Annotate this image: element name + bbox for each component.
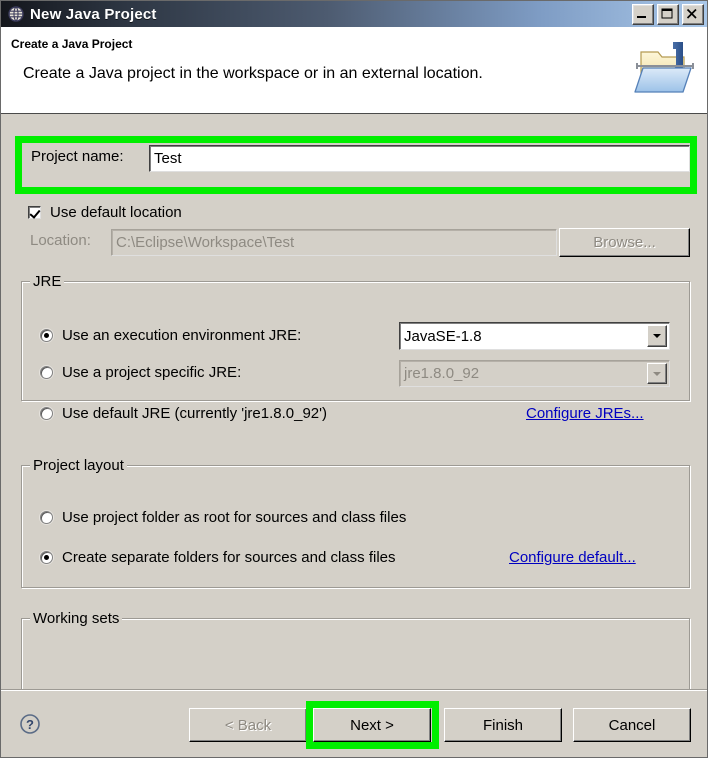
chevron-down-icon[interactable]: [647, 363, 667, 384]
new-java-project-folder-icon: [629, 32, 701, 100]
jre-execution-env-label: Use an execution environment JRE:: [62, 327, 302, 344]
jre-execution-env-value: JavaSE-1.8: [404, 327, 482, 345]
window-controls: [632, 4, 704, 25]
jre-project-specific-option[interactable]: Use a project specific JRE:: [40, 364, 241, 381]
chevron-down-icon[interactable]: [647, 325, 667, 347]
finish-button[interactable]: Finish: [444, 708, 562, 742]
use-default-location-checkbox[interactable]: [28, 206, 41, 219]
project-layout-group: Project layout: [21, 457, 690, 588]
working-sets-group-label: Working sets: [30, 610, 123, 627]
location-row: Location:: [30, 232, 91, 249]
project-name-label: Project name:: [31, 148, 124, 165]
configure-default-link[interactable]: Configure default...: [509, 549, 636, 566]
next-button[interactable]: Next >: [313, 708, 431, 742]
close-button[interactable]: [682, 4, 704, 25]
project-name-input[interactable]: Test: [149, 145, 690, 172]
use-default-location-label: Use default location: [50, 204, 182, 221]
minimize-button[interactable]: [632, 4, 654, 25]
layout-separate-folders-label: Create separate folders for sources and …: [62, 549, 396, 566]
layout-project-folder-radio[interactable]: [40, 511, 53, 524]
browse-button[interactable]: Browse...: [559, 228, 690, 257]
title-bar: New Java Project: [1, 1, 707, 27]
working-sets-group: Working sets: [21, 610, 690, 689]
project-name-row: Project name:: [31, 148, 124, 165]
configure-jres-link[interactable]: Configure JREs...: [526, 405, 644, 422]
project-layout-group-label: Project layout: [30, 457, 127, 474]
cancel-button[interactable]: Cancel: [573, 708, 691, 742]
java-project-icon: [7, 5, 25, 23]
jre-project-specific-value: jre1.8.0_92: [404, 365, 480, 382]
jre-execution-env-radio[interactable]: [40, 329, 53, 342]
layout-separate-folders-radio[interactable]: [40, 551, 53, 564]
jre-default-option[interactable]: Use default JRE (currently 'jre1.8.0_92'…: [40, 405, 327, 422]
jre-execution-env-combo[interactable]: JavaSE-1.8: [399, 322, 670, 350]
wizard-header-title: Create a Java Project: [11, 37, 133, 51]
jre-group-label: JRE: [30, 273, 65, 290]
back-button[interactable]: < Back: [189, 708, 307, 742]
jre-default-label: Use default JRE (currently 'jre1.8.0_92'…: [62, 405, 328, 422]
layout-project-folder-label: Use project folder as root for sources a…: [62, 509, 407, 526]
use-default-location-row[interactable]: Use default location: [28, 204, 182, 221]
maximize-button[interactable]: [657, 4, 679, 25]
layout-project-folder-option[interactable]: Use project folder as root for sources a…: [40, 509, 406, 526]
svg-text:?: ?: [26, 717, 34, 732]
jre-project-specific-radio[interactable]: [40, 366, 53, 379]
jre-execution-env-option[interactable]: Use an execution environment JRE:: [40, 327, 301, 344]
wizard-content: Project name: Test Use default location …: [1, 115, 707, 689]
jre-project-specific-combo[interactable]: jre1.8.0_92: [399, 360, 670, 387]
help-icon[interactable]: ?: [19, 713, 41, 735]
wizard-header: Create a Java Project Create a Java proj…: [1, 27, 707, 114]
window-title: New Java Project: [30, 5, 157, 23]
jre-default-radio[interactable]: [40, 407, 53, 420]
jre-project-specific-label: Use a project specific JRE:: [62, 364, 242, 381]
location-input[interactable]: C:\Eclipse\Workspace\Test: [111, 229, 557, 256]
new-java-project-dialog: New Java Project Create a Java Project C…: [0, 0, 708, 758]
wizard-header-description: Create a Java project in the workspace o…: [23, 65, 483, 82]
location-label: Location:: [30, 232, 91, 249]
layout-separate-folders-option[interactable]: Create separate folders for sources and …: [40, 549, 396, 566]
